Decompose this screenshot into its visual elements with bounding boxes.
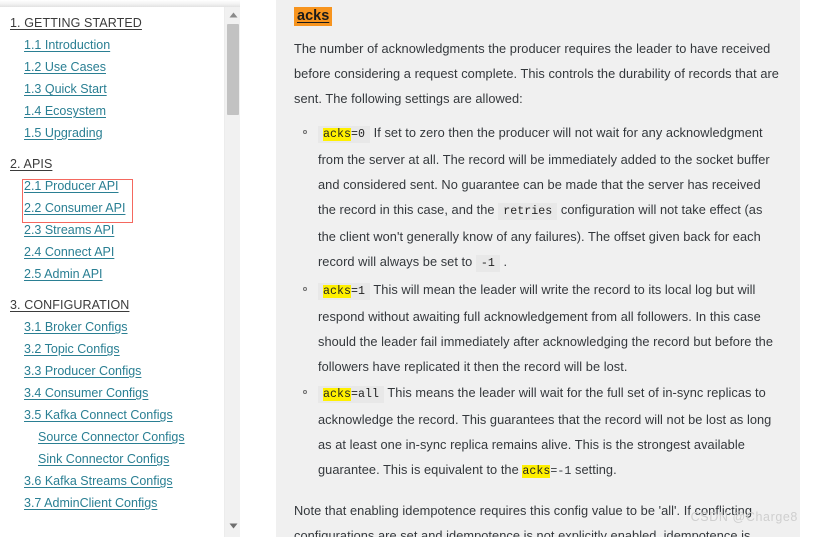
acks-settings-list: acks=0 If set to zero then the producer … <box>294 120 782 484</box>
sidebar-scrollbar[interactable] <box>224 7 240 537</box>
code-acks-value-2: =all <box>351 388 380 401</box>
list-item-acks-all: acks=all This means the leader will wait… <box>294 380 782 484</box>
highlight-acks-tail: acks <box>522 465 551 478</box>
code-acks-1: acks=1 <box>318 283 371 300</box>
toc-heading-apis[interactable]: 2. APIS <box>10 156 222 173</box>
sidebar-item-kafka-streams-configs[interactable]: 3.6 Kafka Streams Configs <box>24 473 222 490</box>
code-acks-value-0: =0 <box>351 128 366 141</box>
list-item-acks-1: acks=1 This will mean the leader will wr… <box>294 277 782 379</box>
code-acks-value-1: =1 <box>351 285 366 298</box>
code-retries: retries <box>498 203 558 220</box>
sidebar-item-kafka-connect-configs[interactable]: 3.5 Kafka Connect Configs <box>24 407 222 424</box>
code-minus-one: -1 <box>475 255 500 272</box>
config-title-acks: acks <box>294 7 333 26</box>
code-acks-all: acks=all <box>318 386 385 403</box>
sidebar-item-admin-api[interactable]: 2.5 Admin API <box>24 266 222 283</box>
toc-heading-getting-started[interactable]: 1. GETTING STARTED <box>10 15 222 32</box>
sidebar-item-topic-configs[interactable]: 3.2 Topic Configs <box>24 341 222 358</box>
sidebar-item-quick-start[interactable]: 1.3 Quick Start <box>24 81 222 98</box>
sidebar-item-introduction[interactable]: 1.1 Introduction <box>24 37 222 54</box>
scroll-down-arrow-icon[interactable] <box>225 518 241 533</box>
content-left-gutter <box>240 0 276 537</box>
csdn-watermark: CSDN @Charge8 <box>690 510 798 524</box>
documentation-content: acks The number of acknowledgments the p… <box>276 0 800 537</box>
sidebar-item-producer-configs[interactable]: 3.3 Producer Configs <box>24 363 222 380</box>
scroll-up-arrow-icon[interactable] <box>225 7 241 22</box>
toc-list: 1. GETTING STARTED 1.1 Introduction 1.2 … <box>0 7 222 512</box>
page-root: 1. GETTING STARTED 1.1 Introduction 1.2 … <box>0 0 825 537</box>
toc-heading-configuration[interactable]: 3. CONFIGURATION <box>10 297 222 314</box>
toc-sidebar: 1. GETTING STARTED 1.1 Introduction 1.2 … <box>0 7 222 537</box>
code-acks-0: acks=0 <box>318 126 371 143</box>
scrollbar-thumb[interactable] <box>227 24 239 115</box>
list-item-text-1: This will mean the leader will write the… <box>318 282 774 374</box>
sidebar-item-streams-api[interactable]: 2.3 Streams API <box>24 222 222 239</box>
sidebar-item-use-cases[interactable]: 1.2 Use Cases <box>24 59 222 76</box>
content-right-gutter <box>800 0 825 537</box>
list-item-text-2b: setting. <box>571 462 617 477</box>
list-item-acks-0: acks=0 If set to zero then the producer … <box>294 120 782 276</box>
sidebar-item-ecosystem[interactable]: 1.4 Ecosystem <box>24 103 222 120</box>
sidebar-item-consumer-configs[interactable]: 3.4 Consumer Configs <box>24 385 222 402</box>
sidebar-item-source-connector-configs[interactable]: Source Connector Configs <box>38 429 222 446</box>
sidebar-item-broker-configs[interactable]: 3.1 Broker Configs <box>24 319 222 336</box>
code-acks-key-2: acks <box>323 388 352 401</box>
sidebar-item-adminclient-configs[interactable]: 3.7 AdminClient Configs <box>24 495 222 512</box>
code-acks-key-0: acks <box>323 128 352 141</box>
list-item-text-0c: . <box>499 254 508 269</box>
sidebar-item-producer-api[interactable]: 2.1 Producer API <box>24 178 222 195</box>
sidebar-item-sink-connector-configs[interactable]: Sink Connector Configs <box>38 451 222 468</box>
text-acks-minus-one: =-1 <box>550 465 572 478</box>
sidebar-item-connect-api[interactable]: 2.4 Connect API <box>24 244 222 261</box>
config-intro-paragraph: The number of acknowledgments the produc… <box>294 41 779 106</box>
sidebar-item-consumer-api[interactable]: 2.2 Consumer API <box>24 200 222 217</box>
sidebar-item-upgrading[interactable]: 1.5 Upgrading <box>24 125 222 142</box>
code-acks-key-1: acks <box>323 285 352 298</box>
list-item-text-2a: This means the leader will wait for the … <box>318 385 772 477</box>
